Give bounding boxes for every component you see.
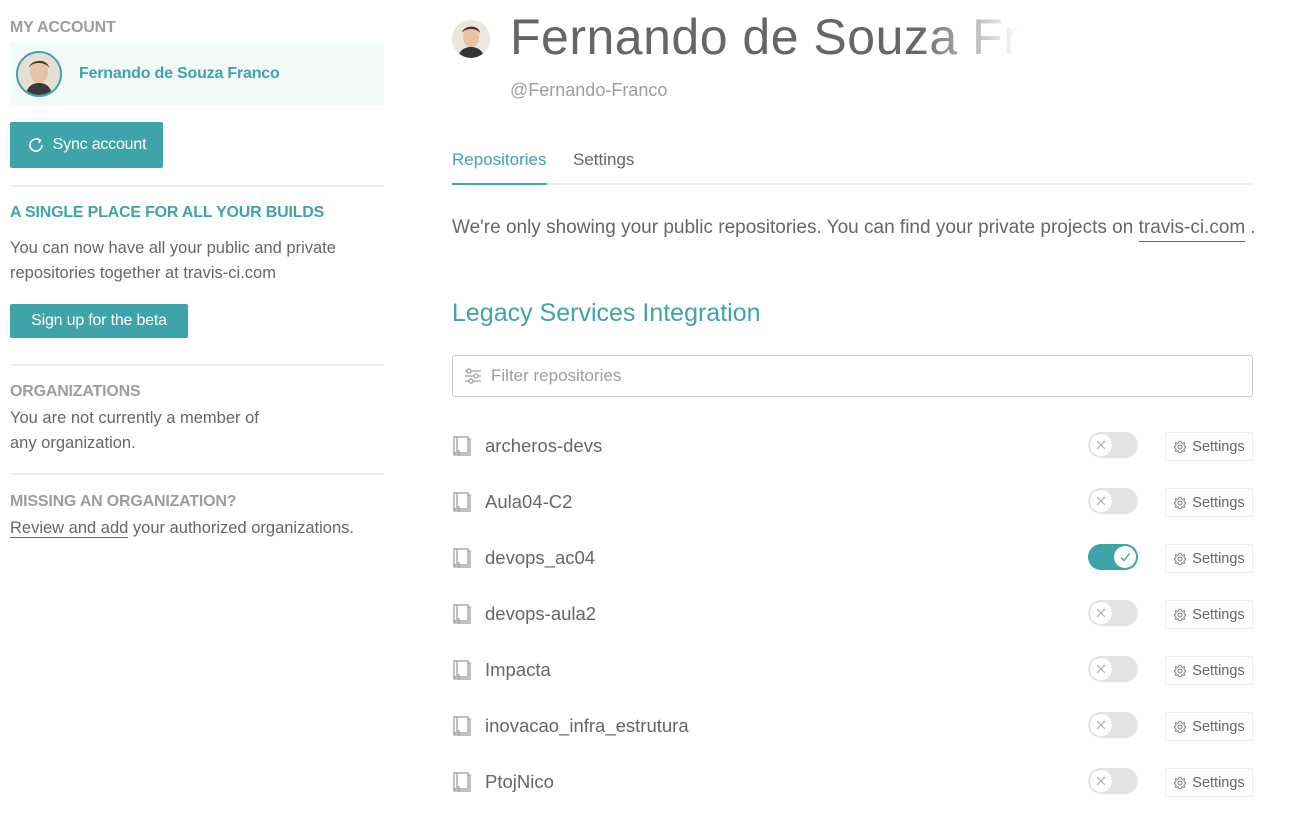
review-organizations-link[interactable]: Review and add: [10, 519, 129, 538]
repo-name[interactable]: Impacta: [485, 659, 551, 681]
repo-toggle[interactable]: [1088, 600, 1138, 626]
repo-settings-button[interactable]: Settings: [1165, 488, 1253, 517]
toggle-knob: [1114, 546, 1136, 568]
repo-settings-label: Settings: [1192, 662, 1245, 679]
x-icon: [1096, 608, 1106, 618]
repo-name[interactable]: devops_ac04: [485, 547, 595, 569]
repo-toggle[interactable]: [1088, 544, 1138, 570]
repo-settings-label: Settings: [1192, 550, 1245, 567]
missing-organization-heading: MISSING AN ORGANIZATION?: [10, 493, 237, 510]
repo-toggle[interactable]: [1088, 768, 1138, 794]
profile-tabs: Repositories Settings: [452, 142, 1253, 185]
beta-text: You can now have all your public and pri…: [10, 239, 336, 282]
repo-row: PtojNico Settings: [452, 754, 1253, 810]
sign-up-beta-button[interactable]: Sign up for the beta: [10, 304, 188, 338]
toggle-knob: [1090, 714, 1112, 736]
gear-icon: [1174, 720, 1187, 733]
x-icon: [1096, 440, 1106, 450]
repo-row: Impacta Settings: [452, 642, 1253, 698]
beta-heading: A SINGLE PLACE FOR ALL YOUR BUILDS: [10, 204, 325, 221]
repo-name[interactable]: devops-aula2: [485, 603, 596, 625]
divider: [10, 473, 384, 475]
repo-icon: [453, 604, 471, 624]
divider: [10, 364, 384, 366]
gear-icon: [1174, 776, 1187, 789]
gear-icon: [1174, 496, 1187, 509]
repo-row: Aula04-C2 Settings: [452, 474, 1253, 530]
repo-settings-button[interactable]: Settings: [1165, 432, 1253, 461]
repo-settings-button[interactable]: Settings: [1165, 656, 1253, 685]
filter-repositories-input[interactable]: [491, 366, 1231, 386]
organizations-heading: ORGANIZATIONS: [10, 383, 141, 400]
repo-row: devops-aula2 Settings: [452, 586, 1253, 642]
gear-icon: [1174, 664, 1187, 677]
repo-settings-label: Settings: [1192, 718, 1245, 735]
tab-repositories[interactable]: Repositories: [452, 150, 547, 185]
repo-name[interactable]: archeros-devs: [485, 435, 602, 457]
profile-login: @Fernando-Franco: [510, 80, 668, 100]
notice-suffix: .: [1245, 217, 1256, 238]
sync-account-label: Sync account: [52, 136, 147, 153]
repo-name[interactable]: inovacao_infra_estrutura: [485, 715, 689, 737]
repo-settings-label: Settings: [1192, 606, 1245, 623]
profile-avatar: [452, 20, 490, 58]
x-icon: [1096, 776, 1106, 786]
tab-settings[interactable]: Settings: [573, 150, 634, 185]
repo-icon: [453, 436, 471, 456]
repo-settings-label: Settings: [1192, 774, 1245, 791]
repo-icon: [453, 492, 471, 512]
account-name[interactable]: Fernando de Souza Franco: [79, 65, 280, 83]
notice-text: We're only showing your public repositor…: [452, 217, 1139, 238]
missing-organization-text: Review and add your authorized organizat…: [10, 516, 354, 541]
repo-settings-button[interactable]: Settings: [1165, 712, 1253, 741]
x-icon: [1096, 720, 1106, 730]
gear-icon: [1174, 552, 1187, 565]
repo-name[interactable]: Aula04-C2: [485, 491, 572, 513]
travis-ci-com-link[interactable]: travis-ci.com: [1138, 217, 1246, 242]
repo-toggle[interactable]: [1088, 432, 1138, 458]
public-repos-notice: We're only showing your public repositor…: [452, 217, 1256, 242]
toggle-knob: [1090, 602, 1112, 624]
toggle-knob: [1090, 490, 1112, 512]
gear-icon: [1174, 608, 1187, 621]
repo-icon: [453, 548, 471, 568]
missing-organization-suffix: your authorized organizations.: [128, 519, 354, 537]
repo-toggle[interactable]: [1088, 656, 1138, 682]
organizations-text: You are not currently a member of any or…: [10, 409, 259, 452]
divider: [10, 185, 384, 187]
avatar: [16, 50, 62, 97]
repo-settings-button[interactable]: Settings: [1165, 544, 1253, 573]
profile-name: Fernando de Souza Franco: [510, 9, 1020, 65]
repo-row: archeros-devs Settings: [452, 418, 1253, 474]
account-card[interactable]: Fernando de Souza Franco: [10, 42, 384, 105]
repo-icon: [453, 772, 471, 792]
repo-row: devops_ac04 Settings: [452, 530, 1253, 586]
repository-list: archeros-devs Settings Aula04-C2 Setting…: [452, 418, 1253, 810]
section-title: Legacy Services Integration: [452, 299, 761, 327]
repo-row: inovacao_infra_estrutura Settings: [452, 698, 1253, 754]
repo-settings-label: Settings: [1192, 494, 1245, 511]
toggle-knob: [1090, 434, 1112, 456]
repo-settings-label: Settings: [1192, 438, 1245, 455]
my-account-heading: MY ACCOUNT: [10, 19, 116, 36]
repo-name[interactable]: PtojNico: [485, 771, 554, 793]
sync-icon: [28, 137, 43, 152]
toggle-knob: [1090, 770, 1112, 792]
repo-toggle[interactable]: [1088, 712, 1138, 738]
toggle-knob: [1090, 658, 1112, 680]
sync-account-button[interactable]: Sync account: [10, 122, 163, 168]
repo-toggle[interactable]: [1088, 488, 1138, 514]
check-icon: [1120, 553, 1131, 562]
filter-icon: [465, 368, 481, 384]
filter-box[interactable]: [452, 355, 1253, 397]
repo-settings-button[interactable]: Settings: [1165, 600, 1253, 629]
repo-icon: [453, 716, 471, 736]
repo-settings-button[interactable]: Settings: [1165, 768, 1253, 797]
x-icon: [1096, 496, 1106, 506]
repo-icon: [453, 660, 471, 680]
x-icon: [1096, 664, 1106, 674]
gear-icon: [1174, 440, 1187, 453]
